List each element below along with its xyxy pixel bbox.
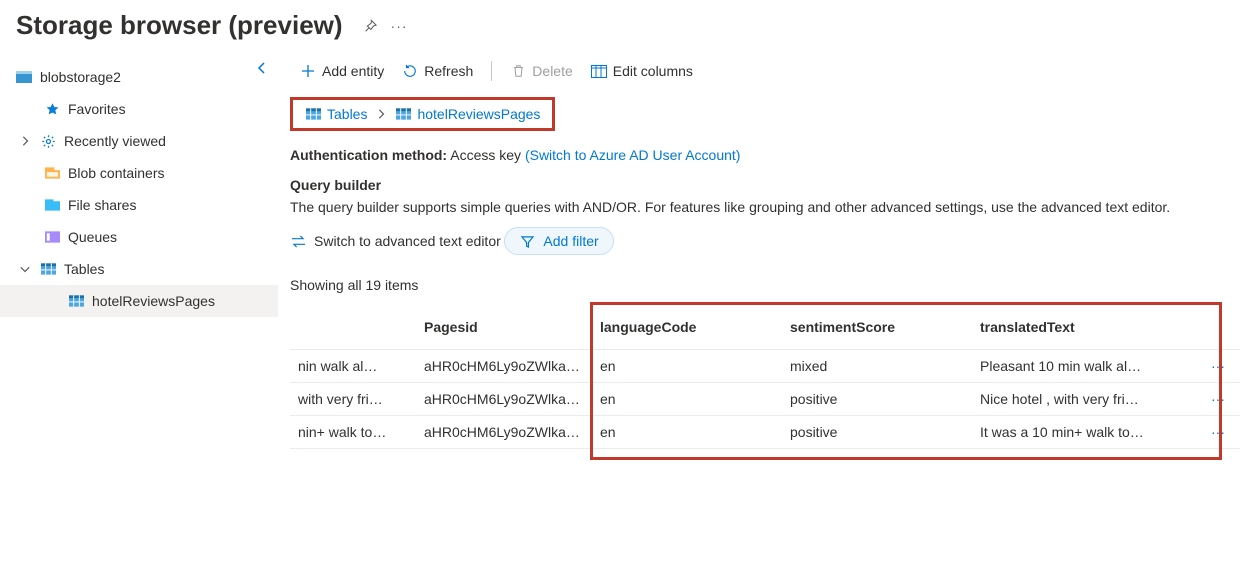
results-table-wrap: Pagesid languageCode sentimentScore tran…: [290, 311, 1240, 449]
table-row[interactable]: nin walk al… aHR0cHM6Ly9oZWlkaW… en mixe…: [290, 350, 1240, 383]
sidebar-item-queues[interactable]: Queues: [0, 221, 278, 253]
storage-account-icon: [16, 69, 32, 85]
col-header-actions: [1196, 311, 1240, 350]
col-header-languagecode[interactable]: languageCode: [592, 311, 782, 350]
add-filter-label: Add filter: [543, 233, 598, 249]
query-builder-heading: Query builder: [290, 167, 1240, 199]
trash-icon: [510, 63, 526, 79]
cell: aHR0cHM6Ly9oZWlkaW…: [416, 416, 592, 449]
switch-editor-link[interactable]: Switch to advanced text editor: [290, 233, 501, 263]
cell: nin walk al…: [290, 350, 416, 383]
chevron-right-icon: [376, 107, 386, 122]
delete-button: Delete: [510, 63, 572, 79]
sidebar-item-label: hotelReviewsPages: [92, 293, 215, 309]
columns-icon: [591, 63, 607, 79]
sidebar-item-label: Queues: [68, 229, 117, 245]
row-more-icon[interactable]: ···: [1196, 383, 1240, 416]
query-builder-description: The query builder supports simple querie…: [290, 199, 1240, 227]
more-icon[interactable]: ···: [391, 18, 408, 34]
results-count: Showing all 19 items: [290, 277, 1240, 311]
cell: aHR0cHM6Ly9oZWlkaW…: [416, 383, 592, 416]
toolbar-label: Refresh: [424, 63, 473, 79]
breadcrumb: Tables hotelReviewsPages: [290, 97, 555, 131]
table-icon: [68, 293, 84, 309]
toolbar: Add entity Refresh Delete Edit columns: [290, 55, 1240, 89]
table-icon: [305, 106, 321, 122]
col-header-sentimentscore[interactable]: sentimentScore: [782, 311, 972, 350]
sidebar-storage-label: blobstorage2: [40, 69, 121, 85]
sidebar-item-label: Tables: [64, 261, 104, 277]
sidebar-item-recently-viewed[interactable]: Recently viewed: [0, 125, 278, 157]
col-header-pagesid[interactable]: Pagesid: [416, 311, 592, 350]
page-header: Storage browser (preview) ···: [0, 0, 1252, 55]
auth-line: Authentication method: Access key (Switc…: [290, 135, 1240, 167]
chevron-right-icon: [18, 136, 32, 146]
row-more-icon[interactable]: ···: [1196, 416, 1240, 449]
switch-editor-label: Switch to advanced text editor: [314, 233, 501, 249]
main-content: Add entity Refresh Delete Edit columns: [278, 55, 1252, 457]
sidebar-item-table-hotelreviewspages[interactable]: hotelReviewsPages: [0, 285, 278, 317]
table-row[interactable]: nin+ walk to… aHR0cHM6Ly9oZWlkaW… en pos…: [290, 416, 1240, 449]
cell: with very fri…: [290, 383, 416, 416]
cell: aHR0cHM6Ly9oZWlkaW…: [416, 350, 592, 383]
gear-icon: [40, 133, 56, 149]
breadcrumb-label: hotelReviewsPages: [417, 106, 540, 122]
cell: Nice hotel , with very fri…: [972, 383, 1196, 416]
sidebar-item-tables[interactable]: Tables: [0, 253, 278, 285]
cell: positive: [782, 383, 972, 416]
results-table: Pagesid languageCode sentimentScore tran…: [290, 311, 1240, 449]
cell: en: [592, 350, 782, 383]
col-header-translatedtext[interactable]: translatedText: [972, 311, 1196, 350]
cell: positive: [782, 416, 972, 449]
cell: en: [592, 383, 782, 416]
filter-icon: [519, 233, 535, 249]
cell: Pleasant 10 min walk al…: [972, 350, 1196, 383]
queues-icon: [44, 229, 60, 245]
breadcrumb-label: Tables: [327, 106, 367, 122]
cell: mixed: [782, 350, 972, 383]
cell: en: [592, 416, 782, 449]
sidebar-item-label: Blob containers: [68, 165, 165, 181]
cell: nin+ walk to…: [290, 416, 416, 449]
container-icon: [44, 165, 60, 181]
table-icon: [395, 106, 411, 122]
file-shares-icon: [44, 197, 60, 213]
sidebar: blobstorage2 Favorites Recently viewed B…: [0, 55, 278, 457]
star-icon: [44, 101, 60, 117]
edit-columns-button[interactable]: Edit columns: [591, 63, 693, 79]
auth-switch-link[interactable]: (Switch to Azure AD User Account): [525, 147, 741, 163]
swap-icon: [290, 233, 306, 249]
row-more-icon[interactable]: ···: [1196, 350, 1240, 383]
chevron-down-icon: [18, 264, 32, 274]
refresh-button[interactable]: Refresh: [402, 63, 473, 79]
separator: [491, 61, 492, 81]
table-icon: [40, 261, 56, 277]
collapse-sidebar-icon[interactable]: [256, 61, 268, 77]
add-filter-button[interactable]: Add filter: [504, 227, 613, 255]
sidebar-item-blob-containers[interactable]: Blob containers: [0, 157, 278, 189]
auth-label: Authentication method:: [290, 147, 447, 163]
toolbar-label: Delete: [532, 63, 572, 79]
sidebar-storage-account[interactable]: blobstorage2: [0, 61, 278, 93]
sidebar-item-favorites[interactable]: Favorites: [0, 93, 278, 125]
sidebar-item-label: Recently viewed: [64, 133, 166, 149]
table-header-row: Pagesid languageCode sentimentScore tran…: [290, 311, 1240, 350]
add-entity-button[interactable]: Add entity: [300, 63, 384, 79]
sidebar-item-label: File shares: [68, 197, 136, 213]
pin-icon[interactable]: [363, 19, 377, 33]
table-row[interactable]: with very fri… aHR0cHM6Ly9oZWlkaW… en po…: [290, 383, 1240, 416]
toolbar-label: Add entity: [322, 63, 384, 79]
toolbar-label: Edit columns: [613, 63, 693, 79]
breadcrumb-root[interactable]: Tables: [305, 106, 367, 122]
sidebar-item-file-shares[interactable]: File shares: [0, 189, 278, 221]
sidebar-item-label: Favorites: [68, 101, 126, 117]
auth-value: Access key: [450, 147, 521, 163]
col-header[interactable]: [290, 311, 416, 350]
page-title: Storage browser (preview): [16, 10, 343, 41]
breadcrumb-leaf[interactable]: hotelReviewsPages: [395, 106, 540, 122]
cell: It was a 10 min+ walk to…: [972, 416, 1196, 449]
refresh-icon: [402, 63, 418, 79]
plus-icon: [300, 63, 316, 79]
